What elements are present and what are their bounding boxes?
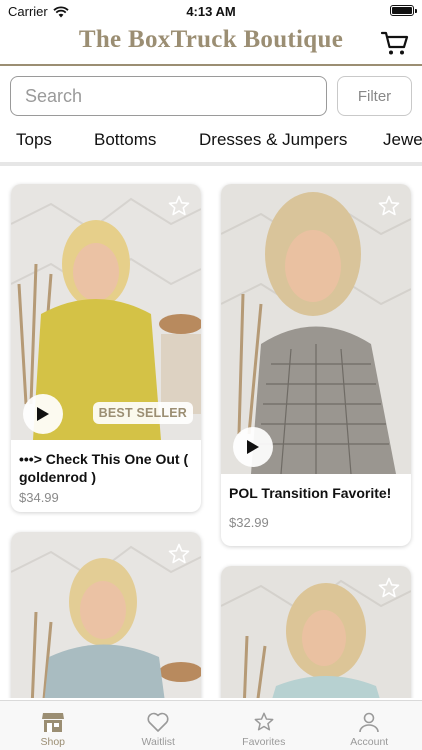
play-icon — [247, 440, 259, 454]
product-card[interactable]: POL Transition Favorite! $32.99 — [221, 184, 411, 546]
tab-favorites[interactable]: Favorites — [211, 701, 317, 750]
app-title: The BoxTruck Boutique — [78, 26, 344, 53]
best-seller-badge: BEST SELLER — [92, 402, 193, 424]
tab-shop[interactable]: Shop — [0, 701, 106, 750]
product-title[interactable]: •••> Check This One Out ( goldenrod ) — [19, 450, 193, 486]
tab-label-favorites: Favorites — [242, 736, 286, 748]
app-header: The BoxTruck Boutique — [0, 24, 422, 64]
category-tabs: Tops Bottoms Dresses & Jumpers Jewe — [0, 122, 422, 160]
product-photo[interactable]: BEST SELLER — [11, 184, 201, 440]
product-price: $32.99 — [229, 515, 269, 530]
search-row: Filter — [10, 76, 412, 116]
product-photo[interactable] — [11, 532, 201, 698]
product-grid[interactable]: BEST SELLER •••> Check This One Out ( go… — [0, 166, 422, 698]
star-icon — [254, 712, 274, 731]
favorite-star-icon[interactable] — [377, 576, 401, 600]
category-tab-dresses-jumpers[interactable]: Dresses & Jumpers — [199, 130, 347, 150]
product-card[interactable] — [221, 566, 411, 698]
product-card[interactable] — [11, 532, 201, 698]
cart-button[interactable] — [380, 28, 410, 58]
product-title[interactable]: POL Transition Favorite! — [229, 484, 403, 502]
status-time: 4:13 AM — [186, 4, 236, 19]
tab-waitlist[interactable]: Waitlist — [106, 701, 212, 750]
category-tab-tops[interactable]: Tops — [16, 130, 52, 150]
favorite-star-icon[interactable] — [167, 542, 191, 566]
play-icon — [37, 407, 49, 421]
bottom-tab-bar: Shop Waitlist Favorites Account — [0, 700, 422, 750]
shop-icon — [41, 713, 64, 732]
product-photo[interactable] — [221, 184, 411, 474]
header-divider — [0, 64, 422, 66]
product-photo[interactable] — [221, 566, 411, 698]
play-video-button[interactable] — [23, 394, 63, 434]
filter-button[interactable]: Filter — [337, 76, 412, 116]
category-tab-jewelry[interactable]: Jewe — [383, 130, 422, 150]
tab-label-shop: Shop — [40, 736, 66, 748]
person-icon — [359, 712, 380, 733]
favorite-star-icon[interactable] — [377, 194, 401, 218]
tab-account[interactable]: Account — [317, 701, 422, 750]
tab-label-account: Account — [350, 736, 389, 748]
favorite-star-icon[interactable] — [167, 194, 191, 218]
product-card[interactable]: BEST SELLER •••> Check This One Out ( go… — [11, 184, 201, 512]
status-bar: Carrier 4:13 AM — [0, 0, 422, 24]
tab-label-waitlist: Waitlist — [141, 736, 175, 748]
battery-icon — [390, 5, 417, 16]
cart-icon — [380, 31, 409, 55]
search-input[interactable] — [10, 76, 327, 116]
product-price: $34.99 — [19, 490, 59, 505]
heart-icon — [147, 712, 169, 732]
category-tab-bottoms[interactable]: Bottoms — [94, 130, 156, 150]
play-video-button[interactable] — [233, 427, 273, 467]
